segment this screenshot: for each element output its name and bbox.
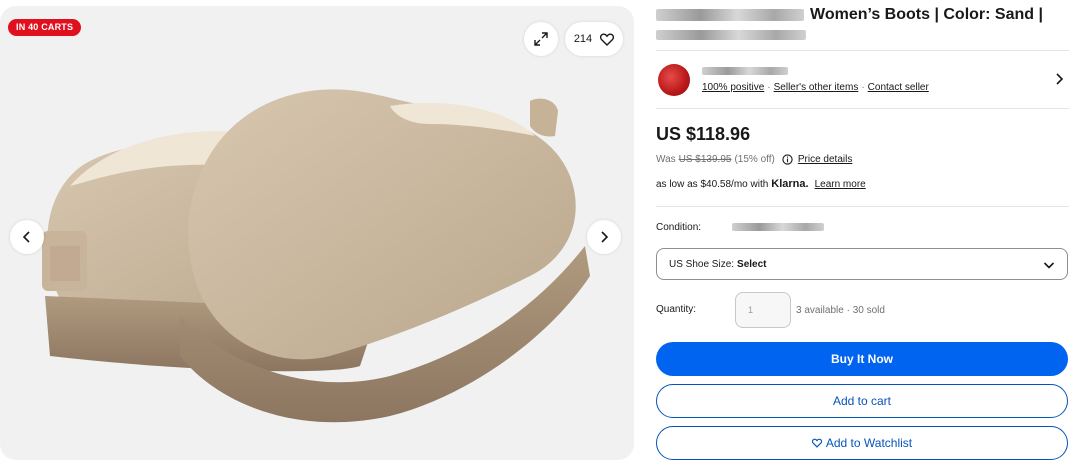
seller-name-redacted <box>702 67 788 75</box>
heart-icon <box>600 33 615 46</box>
chevron-right-icon[interactable] <box>1053 72 1067 86</box>
feedback-link[interactable]: 100% positive <box>702 82 764 93</box>
redacted-title-prefix <box>656 8 804 21</box>
divider <box>656 108 1069 109</box>
chevron-left-icon <box>22 231 30 243</box>
watchers-button[interactable]: 214 <box>565 22 623 56</box>
listing-title: Women’s Boots | Color: Sand | <box>656 6 1069 42</box>
price: US $118.96 <box>656 124 751 144</box>
condition-label: Condition: <box>656 222 702 233</box>
klarna-logo: Klarna. <box>771 178 809 190</box>
chevron-right-icon <box>601 231 609 243</box>
installments-text: as low as $40.58/mo with <box>656 179 769 190</box>
learn-more-link[interactable]: Learn more <box>815 179 866 190</box>
quantity-label: Quantity: <box>656 304 697 315</box>
divider <box>656 206 1069 207</box>
previous-image-button[interactable] <box>10 220 44 254</box>
was-price: US $139.95 <box>678 154 732 165</box>
product-image[interactable] <box>30 66 610 446</box>
shoe-size-label: US Shoe Size: <box>669 258 735 270</box>
watch-count: 214 <box>573 33 593 45</box>
redacted-title-suffix <box>656 30 806 40</box>
was-label: Was <box>656 154 676 165</box>
add-to-watchlist-button[interactable]: Add to Watchlist <box>656 426 1068 460</box>
expand-button[interactable] <box>524 22 558 56</box>
seller-card[interactable]: 100% positive · Seller's other items · Conta… <box>656 62 1069 98</box>
heart-icon <box>811 438 822 448</box>
contact-seller-link[interactable]: Contact seller <box>868 82 929 93</box>
image-gallery: IN 40 CARTS 214 <box>0 6 634 460</box>
other-items-link[interactable]: Seller's other items <box>774 82 859 93</box>
carts-badge: IN 40 CARTS <box>8 19 82 36</box>
divider <box>656 50 1069 51</box>
shoe-size-select[interactable]: US Shoe Size: Select <box>656 248 1068 280</box>
installments-row: as low as $40.58/mo with Klarna. Learn mor… <box>656 178 866 190</box>
expand-icon <box>534 32 548 46</box>
add-to-cart-button[interactable]: Add to cart <box>656 384 1068 418</box>
availability-text: 3 available · 30 sold <box>796 305 885 316</box>
seller-links: 100% positive · Seller's other items · Conta… <box>702 82 929 93</box>
price-details-link[interactable]: Price details <box>798 154 852 165</box>
listing-details: Women’s Boots | Color: Sand | 100% posit… <box>656 0 1069 468</box>
add-to-watchlist-label: Add to Watchlist <box>825 436 913 450</box>
title-text: Women’s Boots | Color: Sand | <box>810 6 1043 23</box>
chevron-down-icon <box>1043 262 1055 269</box>
was-price-row: Was US $139.95 (15% off) Price details <box>656 154 852 165</box>
next-image-button[interactable] <box>587 220 621 254</box>
quantity-input[interactable] <box>735 292 791 328</box>
condition-value-redacted <box>732 223 824 231</box>
shoe-size-value: Select <box>737 258 767 270</box>
info-icon[interactable] <box>782 154 793 165</box>
discount: (15% off) <box>734 154 775 165</box>
buy-it-now-button[interactable]: Buy It Now <box>656 342 1068 376</box>
seller-avatar <box>658 64 690 96</box>
